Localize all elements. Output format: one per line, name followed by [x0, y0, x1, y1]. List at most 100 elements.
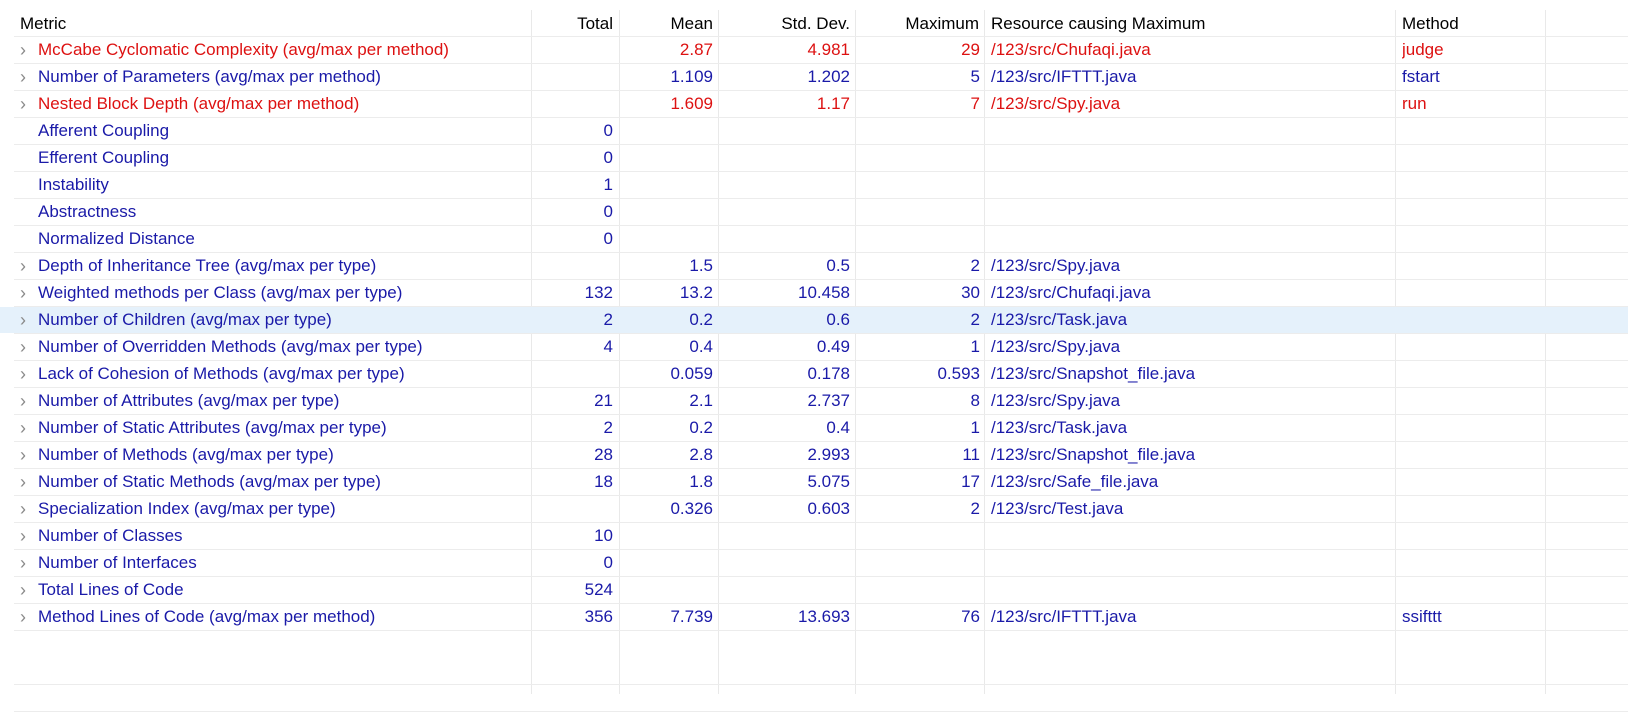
- std-dev-value: 2.737: [807, 391, 850, 410]
- total-value: [532, 361, 613, 387]
- table-row[interactable]: › Weighted methods per Class (avg/max per…: [0, 280, 1628, 306]
- mean-value: [620, 145, 713, 171]
- mean-value: [620, 550, 713, 576]
- chevron-right-icon[interactable]: ›: [20, 253, 32, 279]
- table-row[interactable]: Efferent Coupling 0: [0, 145, 1628, 171]
- chevron-right-icon[interactable]: ›: [20, 577, 32, 603]
- maximum-value: 0.593: [937, 364, 980, 383]
- total-value: [532, 496, 613, 522]
- mean-value: 13.2: [679, 283, 713, 302]
- metric-name: Number of Parameters (avg/max per method…: [38, 67, 381, 86]
- chevron-right-icon[interactable]: ›: [20, 550, 32, 576]
- maximum-value: [856, 226, 980, 252]
- table-header: Metric Total Mean Std. Dev. Maximum Reso…: [0, 11, 1628, 37]
- chevron-right-icon[interactable]: ›: [20, 415, 32, 441]
- maximum-value: 2: [970, 310, 980, 329]
- table-row[interactable]: › Specialization Index (avg/max per type)…: [0, 496, 1628, 522]
- header-metric[interactable]: Metric: [20, 11, 520, 37]
- table-row[interactable]: › Number of Attributes (avg/max per type)…: [0, 388, 1628, 414]
- chevron-right-icon[interactable]: ›: [20, 604, 32, 630]
- table-row[interactable]: Afferent Coupling 0: [0, 118, 1628, 144]
- table-row[interactable]: Abstractness 0: [0, 199, 1628, 225]
- total-value: 0: [603, 121, 613, 140]
- total-value: 1: [603, 175, 613, 194]
- table-row[interactable]: › Number of Interfaces 0: [0, 550, 1628, 576]
- mean-value: [620, 118, 713, 144]
- metric-name: Lack of Cohesion of Methods (avg/max per…: [38, 364, 405, 383]
- maximum-value: [856, 145, 980, 171]
- mean-value: [620, 226, 713, 252]
- header-resource[interactable]: Resource causing Maximum: [991, 11, 1391, 37]
- table-row[interactable]: › Number of Classes 10: [0, 523, 1628, 549]
- maximum-value: 1: [970, 337, 980, 356]
- maximum-value: 7: [970, 94, 980, 113]
- table-row[interactable]: Normalized Distance 0: [0, 226, 1628, 252]
- chevron-right-icon[interactable]: ›: [20, 469, 32, 495]
- chevron-right-icon[interactable]: ›: [20, 307, 32, 333]
- total-value: 28: [594, 445, 613, 464]
- method-name: [1402, 469, 1542, 495]
- metric-name: Number of Methods (avg/max per type): [38, 445, 334, 464]
- maximum-value: 5: [970, 67, 980, 86]
- header-mean[interactable]: Mean: [620, 11, 713, 37]
- metric-name: Number of Static Methods (avg/max per ty…: [38, 472, 381, 491]
- method-name: [1402, 226, 1542, 252]
- std-dev-value: 0.4: [826, 418, 850, 437]
- mean-value: 0.2: [689, 418, 713, 437]
- chevron-right-icon[interactable]: ›: [20, 388, 32, 414]
- resource-path: /123/src/Chufaqi.java: [991, 283, 1151, 302]
- std-dev-value: [719, 145, 850, 171]
- table-row[interactable]: › Number of Methods (avg/max per type) 28 2…: [0, 442, 1628, 468]
- chevron-right-icon[interactable]: ›: [20, 37, 32, 63]
- header-total[interactable]: Total: [532, 11, 613, 37]
- mean-value: 1.609: [670, 94, 713, 113]
- chevron-right-icon[interactable]: ›: [20, 280, 32, 306]
- table-row[interactable]: › McCabe Cyclomatic Complexity (avg/max p…: [0, 37, 1628, 63]
- total-value: 0: [603, 148, 613, 167]
- std-dev-value: 1.202: [807, 67, 850, 86]
- resource-path: /123/src/Spy.java: [991, 337, 1121, 356]
- table-row[interactable]: › Number of Children (avg/max per type) 2 0…: [0, 307, 1628, 333]
- table-row[interactable]: › Depth of Inheritance Tree (avg/max per …: [0, 253, 1628, 279]
- total-value: 4: [603, 337, 613, 356]
- resource-path: /123/src/Snapshot_file.java: [991, 364, 1196, 383]
- method-name: [1402, 415, 1542, 441]
- chevron-right-icon[interactable]: ›: [20, 442, 32, 468]
- method-name: run: [1402, 94, 1427, 113]
- std-dev-value: 1.17: [816, 94, 850, 113]
- header-maximum[interactable]: Maximum: [856, 11, 979, 37]
- table-row[interactable]: Instability 1: [0, 172, 1628, 198]
- chevron-right-icon[interactable]: ›: [20, 523, 32, 549]
- chevron-right-icon[interactable]: ›: [20, 91, 32, 117]
- table-row[interactable]: › Method Lines of Code (avg/max per metho…: [0, 604, 1628, 630]
- header-std-dev[interactable]: Std. Dev.: [719, 11, 850, 37]
- maximum-value: 8: [970, 391, 980, 410]
- mean-value: 2.1: [689, 391, 713, 410]
- chevron-right-icon[interactable]: ›: [20, 361, 32, 387]
- metric-name: Number of Interfaces: [38, 553, 197, 572]
- method-name: [1402, 199, 1542, 225]
- row-divider: [14, 630, 1628, 631]
- header-method[interactable]: Method: [1402, 11, 1542, 37]
- metric-name: Instability: [38, 175, 109, 194]
- method-name: fstart: [1402, 67, 1440, 86]
- chevron-right-icon[interactable]: ›: [20, 64, 32, 90]
- chevron-right-icon[interactable]: ›: [20, 496, 32, 522]
- table-row[interactable]: › Total Lines of Code 524: [0, 577, 1628, 603]
- table-row[interactable]: › Number of Static Methods (avg/max per t…: [0, 469, 1628, 495]
- table-row[interactable]: › Number of Overridden Methods (avg/max p…: [0, 334, 1628, 360]
- resource-path: [991, 118, 1391, 144]
- std-dev-value: 2.993: [807, 445, 850, 464]
- mean-value: 2.87: [679, 40, 713, 59]
- table-row[interactable]: › Number of Parameters (avg/max per metho…: [0, 64, 1628, 90]
- resource-path: [991, 523, 1391, 549]
- chevron-right-icon[interactable]: ›: [20, 334, 32, 360]
- table-row[interactable]: › Nested Block Depth (avg/max per method)…: [0, 91, 1628, 117]
- table-row[interactable]: › Number of Static Attributes (avg/max pe…: [0, 415, 1628, 441]
- total-value: 21: [594, 391, 613, 410]
- metric-name: Afferent Coupling: [38, 121, 170, 140]
- table-row[interactable]: › Lack of Cohesion of Methods (avg/max pe…: [0, 361, 1628, 387]
- mean-value: [620, 172, 713, 198]
- total-value: 2: [603, 418, 613, 437]
- std-dev-value: 0.5: [826, 256, 850, 275]
